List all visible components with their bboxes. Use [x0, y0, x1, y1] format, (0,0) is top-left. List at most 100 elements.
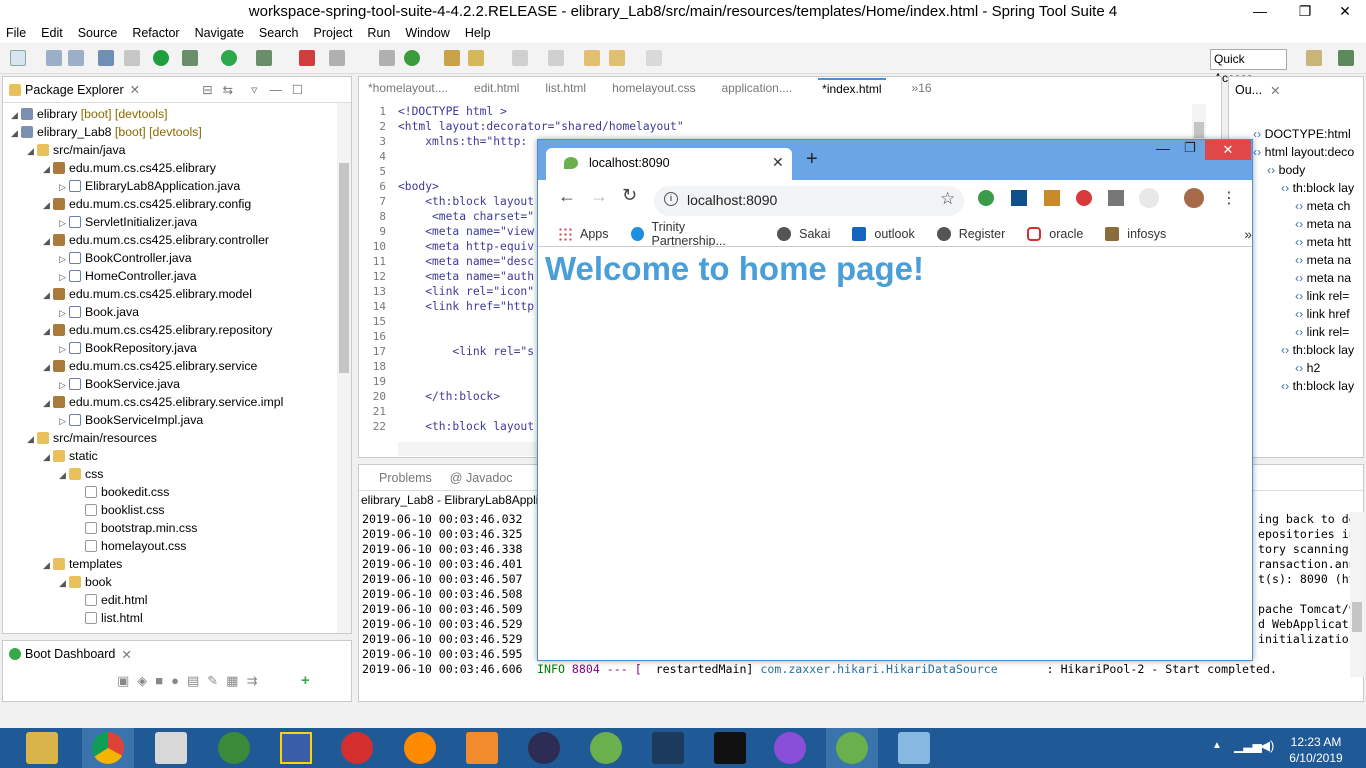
outline-item[interactable]: ‹› th:block lay — [1281, 341, 1354, 359]
tree-item[interactable]: ◢ book — [59, 573, 112, 591]
expand-toggle-icon[interactable]: ▷ — [59, 412, 69, 430]
tree-item[interactable]: ▷ BookRepository.java — [59, 339, 197, 357]
expand-toggle-icon[interactable]: ◢ — [43, 448, 53, 466]
more-bookmarks-icon[interactable]: » — [1244, 226, 1252, 242]
add-icon[interactable]: + — [301, 672, 310, 689]
expand-toggle-icon[interactable]: ◢ — [11, 124, 21, 142]
outline-item[interactable]: ‹› meta na — [1295, 269, 1351, 287]
tree-item[interactable]: ▷ HomeController.java — [59, 267, 196, 285]
profile-avatar[interactable] — [1184, 188, 1204, 208]
firefox-icon[interactable] — [404, 732, 436, 764]
spring-icon[interactable] — [590, 732, 622, 764]
code-line[interactable]: <th:block layout — [398, 419, 534, 434]
tree-item[interactable]: list.html — [75, 609, 143, 627]
chrome-tab[interactable]: localhost:8090 ✕ — [546, 148, 792, 180]
foxit-icon[interactable] — [466, 732, 498, 764]
scrollbar-thumb[interactable] — [339, 163, 349, 373]
bookmark-register[interactable]: Register — [936, 227, 1005, 241]
address-bar[interactable]: i localhost:8090 ☆ — [654, 186, 964, 216]
expand-toggle-icon[interactable]: ◢ — [43, 322, 53, 340]
tray-chevron-icon[interactable]: ▲ — [1212, 740, 1222, 751]
tree-item[interactable]: ▷ BookService.java — [59, 375, 180, 393]
reload-icon[interactable]: ↻ — [622, 185, 637, 206]
chrome-minimize-icon[interactable]: — — [1156, 140, 1170, 156]
skip-breakpoints-icon[interactable] — [124, 50, 140, 66]
expand-toggle-icon[interactable]: ◢ — [43, 232, 53, 250]
code-line[interactable]: <body> — [398, 179, 439, 194]
code-line[interactable]: <link rel="icon" — [398, 284, 534, 299]
menu-run[interactable]: Run — [367, 26, 390, 40]
bookmark-star-icon[interactable]: ☆ — [940, 189, 955, 209]
code-line[interactable]: <th:block layout — [398, 194, 534, 209]
stop-icon[interactable] — [299, 50, 315, 66]
collapse-all-icon[interactable]: ⊟ — [202, 82, 212, 97]
expand-toggle-icon[interactable]: ◢ — [59, 574, 69, 592]
network-icon[interactable]: ▁▃▅ — [1234, 739, 1262, 753]
tree-item[interactable]: homelayout.css — [75, 537, 186, 555]
expand-toggle-icon[interactable]: ◢ — [43, 358, 53, 376]
code-line[interactable]: <link href="http — [398, 299, 534, 314]
boot-dashboard-tab[interactable]: Boot Dashboard ✕ — [3, 641, 351, 667]
outline-item[interactable]: ‹› body — [1267, 161, 1305, 179]
tree-item[interactable]: bookedit.css — [75, 483, 169, 501]
save-all-icon[interactable] — [68, 50, 84, 66]
tree-item[interactable]: ▷ ElibraryLab8Application.java — [59, 177, 240, 195]
code-line[interactable]: <meta http-equiv — [398, 239, 534, 254]
tree-item[interactable]: ◢ edu.mum.cs.cs425.elibrary.config — [43, 195, 251, 213]
code-line[interactable]: <meta charset=" — [398, 209, 534, 224]
console-scrollbar-thumb[interactable] — [1352, 602, 1362, 632]
tree-item[interactable]: ◢ edu.mum.cs.cs425.elibrary — [43, 159, 216, 177]
outline-item[interactable]: ‹› meta na — [1295, 251, 1351, 269]
tab-homelayout-css[interactable]: homelayout.css — [612, 81, 695, 95]
expand-toggle-icon[interactable]: ◢ — [11, 106, 21, 124]
extension-icon[interactable] — [1139, 188, 1159, 208]
chrome-menu-icon[interactable]: ⋮ — [1221, 188, 1237, 208]
intellij-icon[interactable] — [714, 732, 746, 764]
tree-item[interactable]: ◢ static — [43, 447, 98, 465]
chrome-restore-icon[interactable]: ❐ — [1184, 140, 1196, 156]
expand-toggle-icon[interactable]: ◢ — [43, 196, 53, 214]
spring-perspective-icon[interactable] — [1338, 50, 1354, 66]
tree-item[interactable]: ▷ BookServiceImpl.java — [59, 411, 203, 429]
close-icon[interactable]: ✕ — [130, 82, 140, 97]
outline-tab[interactable]: Ou... ✕ — [1229, 77, 1363, 103]
tree-item[interactable]: ◢ edu.mum.cs.cs425.elibrary.controller — [43, 231, 269, 249]
tree-item[interactable]: ◢ src/main/resources — [27, 429, 157, 447]
external-tools-icon[interactable] — [329, 50, 345, 66]
new-class-icon[interactable] — [404, 50, 420, 66]
boot-run-icon[interactable] — [153, 50, 169, 66]
package-explorer-tab[interactable]: Package Explorer ✕ ⊟ ⇆ ▿ — ☐ — [3, 77, 351, 103]
outline-item[interactable]: ‹› link rel= — [1295, 323, 1349, 341]
extension-icon[interactable] — [1076, 190, 1092, 206]
extension-icon[interactable] — [1108, 190, 1124, 206]
expand-toggle-icon[interactable]: ▷ — [59, 214, 69, 232]
open-perspective-icon[interactable] — [1306, 50, 1322, 66]
outline-item[interactable]: ‹› h2 — [1295, 359, 1320, 377]
photos-icon[interactable] — [898, 732, 930, 764]
bookmark-outlook[interactable]: outlook — [852, 227, 915, 241]
tab-javadoc[interactable]: @ Javadoc — [450, 471, 513, 485]
close-icon[interactable]: ✕ — [121, 647, 131, 662]
tree-item[interactable]: ◢ edu.mum.cs.cs425.elibrary.repository — [43, 321, 272, 339]
code-line[interactable]: <html layout:decorator="shared/homelayou… — [398, 119, 684, 134]
console-icon[interactable] — [98, 50, 114, 66]
eclipse-icon[interactable] — [528, 732, 560, 764]
minimize-view-icon[interactable]: — — [269, 83, 282, 97]
info-icon[interactable]: i — [664, 192, 678, 206]
tab-index-html[interactable]: *index.html — [818, 78, 886, 98]
bookmark-oracle[interactable]: oracle — [1027, 227, 1083, 241]
tab-homelayout-html[interactable]: *homelayout.... — [368, 81, 448, 95]
github-icon[interactable] — [774, 732, 806, 764]
bookmark-trinity[interactable]: Trinity Partnership... — [630, 220, 756, 248]
code-line[interactable]: </th:block> — [398, 389, 500, 404]
expand-toggle-icon[interactable]: ▷ — [59, 304, 69, 322]
tab-edit-html[interactable]: edit.html — [474, 81, 519, 95]
outline-item[interactable]: ‹› link href — [1295, 305, 1350, 323]
menu-project[interactable]: Project — [314, 26, 353, 40]
close-tab-icon[interactable]: ✕ — [772, 154, 784, 171]
menu-edit[interactable]: Edit — [41, 26, 63, 40]
calculator-icon[interactable] — [155, 732, 187, 764]
chrome-icon[interactable] — [92, 732, 124, 764]
minimize-button[interactable]: — — [1245, 0, 1275, 23]
expand-toggle-icon[interactable]: ◢ — [27, 142, 37, 160]
